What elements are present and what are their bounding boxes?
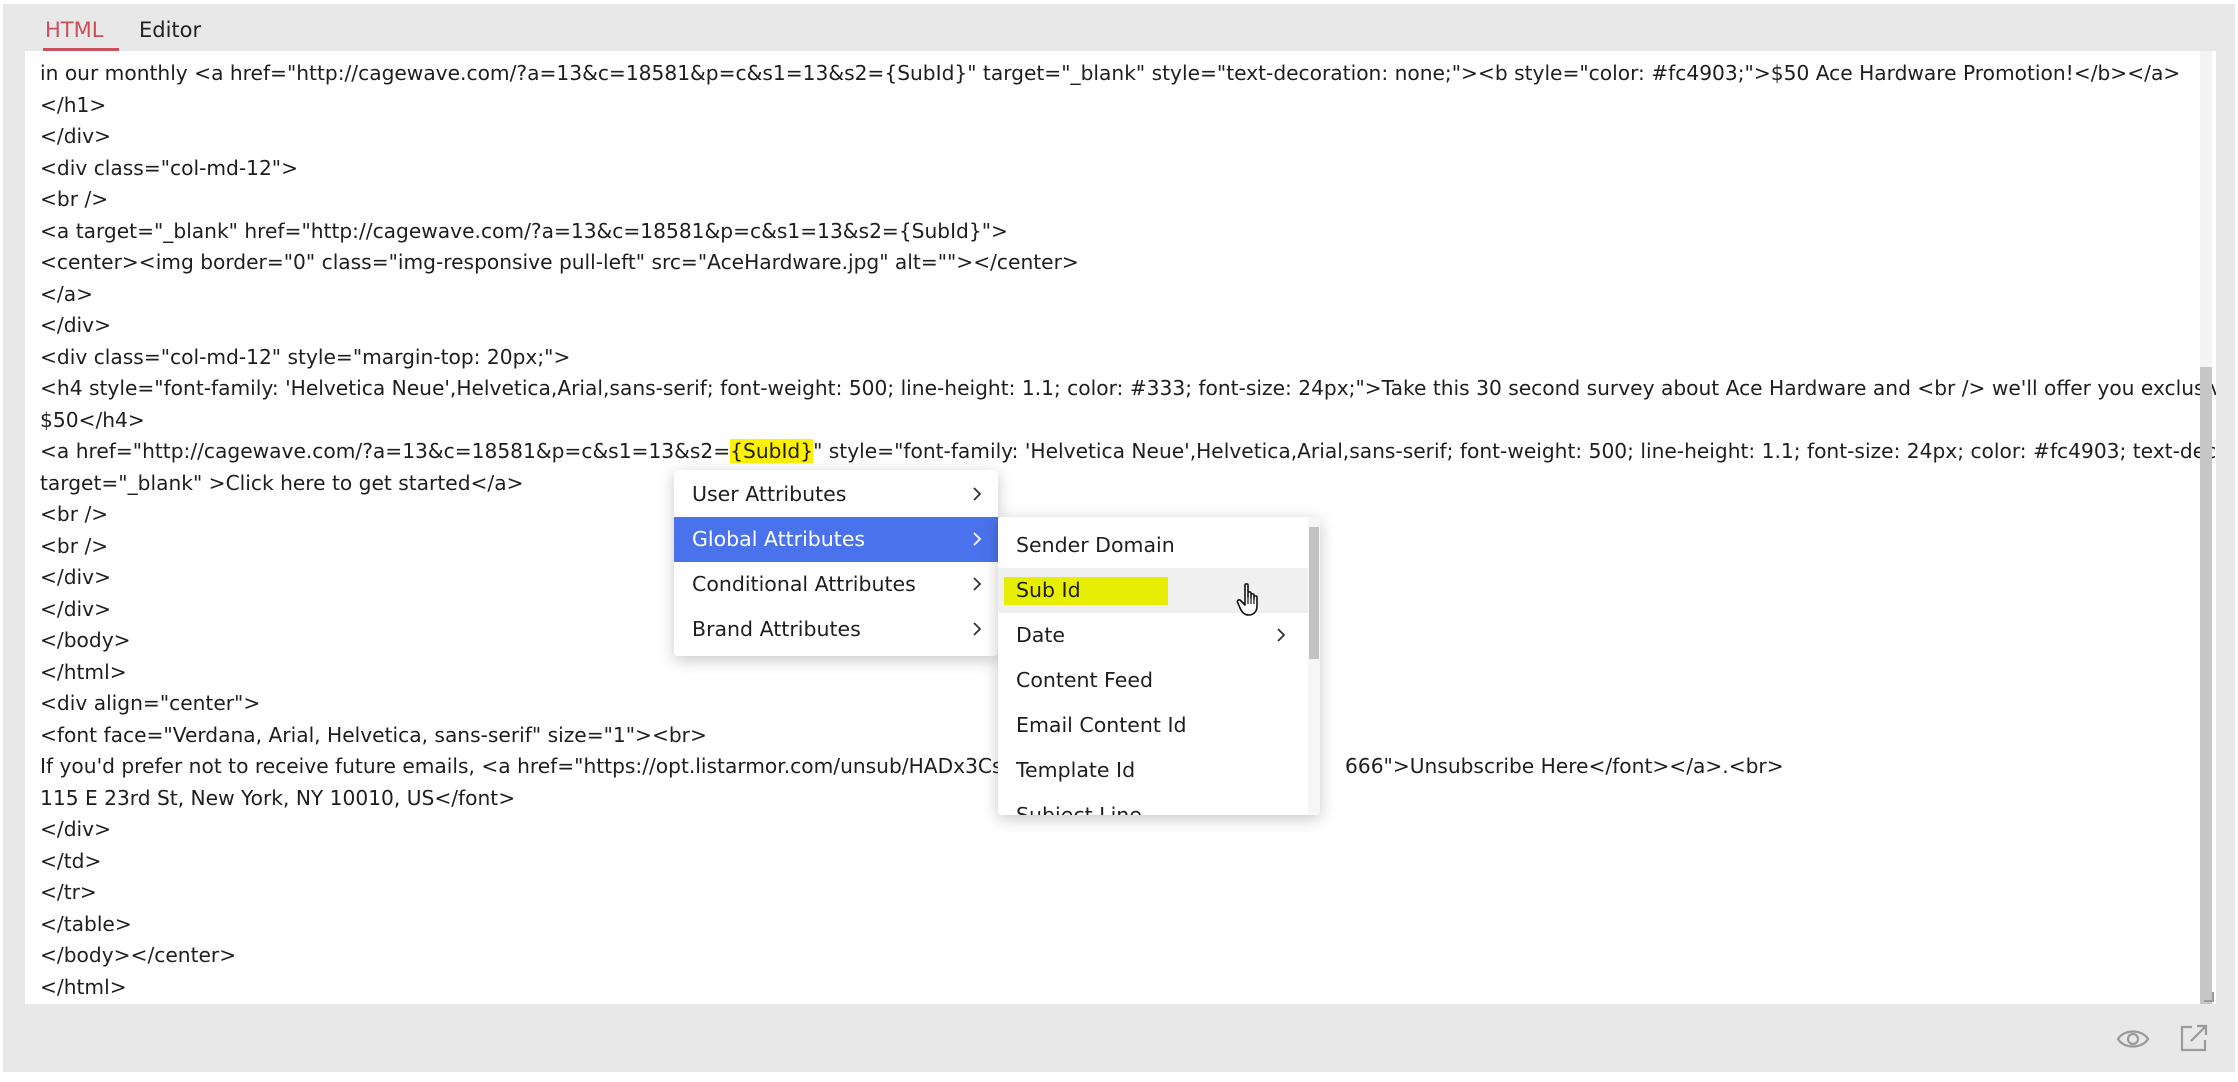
resize-grip-icon[interactable] bbox=[2204, 992, 2214, 1002]
code-line: in our monthly <a href="http://cagewave.… bbox=[40, 61, 2181, 85]
tab-html[interactable]: HTML bbox=[45, 18, 103, 42]
code-line: </div> bbox=[40, 124, 112, 148]
submenu-item-label: Date bbox=[1016, 623, 1065, 647]
submenu-item-template-id[interactable]: Template Id bbox=[998, 748, 1308, 793]
code-line: </body></center> bbox=[40, 943, 237, 967]
code-line: </div> bbox=[40, 313, 112, 337]
menu-item-conditional-attributes[interactable]: Conditional Attributes bbox=[674, 562, 998, 607]
code-line: <div class="col-md-12" style="margin-top… bbox=[40, 344, 571, 369]
menu-item-label: User Attributes bbox=[692, 482, 847, 506]
submenu-item-content-feed[interactable]: Content Feed bbox=[998, 658, 1308, 703]
code-line: <h4 style="font-family: 'Helvetica Neue'… bbox=[40, 376, 2216, 400]
submenu-scrollbar-thumb[interactable] bbox=[1309, 527, 1319, 659]
code-line: <br /> bbox=[40, 187, 109, 211]
chevron-right-icon bbox=[1277, 628, 1286, 642]
code-line: target="_blank" >Click here to get start… bbox=[40, 470, 524, 495]
submenu-item-sender-domain[interactable]: Sender Domain bbox=[998, 523, 1308, 568]
submenu-item-label: Sub Id bbox=[1016, 578, 1081, 602]
chevron-right-icon bbox=[973, 487, 982, 501]
code-line: </tr> bbox=[40, 880, 97, 904]
menu-item-label: Global Attributes bbox=[692, 527, 866, 551]
submenu-item-label: Subject Line bbox=[1016, 803, 1142, 815]
code-text: If you'd prefer not to receive future em… bbox=[40, 754, 1081, 778]
subid-highlight: {SubId} bbox=[730, 439, 814, 463]
code-line: </table> bbox=[40, 911, 132, 936]
editor-scrollbar-thumb[interactable] bbox=[2200, 367, 2212, 1004]
submenu-list: Sender Domain Sub Id Date Content Feed E… bbox=[998, 523, 1308, 815]
menu-item-user-attributes[interactable]: User Attributes bbox=[674, 472, 998, 517]
submenu-item-date[interactable]: Date bbox=[998, 613, 1308, 658]
chevron-right-icon bbox=[973, 532, 982, 546]
submenu-item-label: Email Content Id bbox=[1016, 713, 1187, 737]
open-external-icon[interactable] bbox=[2178, 1022, 2210, 1054]
code-text: " style="font-family: 'Helvetica Neue',H… bbox=[813, 439, 2216, 463]
code-line: <a target="_blank" href="http://cagewave… bbox=[40, 218, 1008, 243]
global-attributes-submenu: Sender Domain Sub Id Date Content Feed E… bbox=[998, 517, 1320, 815]
code-line-link: <a href="http://cagewave.com/?a=13&c=185… bbox=[40, 436, 2216, 468]
code-line: </td> bbox=[40, 848, 102, 873]
code-line: <center><img border="0" class="img-respo… bbox=[40, 250, 1079, 274]
submenu-item-email-content-id[interactable]: Email Content Id bbox=[998, 703, 1308, 748]
code-line: </h1> bbox=[40, 92, 107, 117]
submenu-item-sub-id[interactable]: Sub Id bbox=[998, 568, 1308, 613]
menu-item-label: Conditional Attributes bbox=[692, 572, 916, 596]
context-menu: User Attributes Global Attributes Condit… bbox=[674, 470, 998, 656]
submenu-item-label: Template Id bbox=[1016, 758, 1136, 782]
menu-item-brand-attributes[interactable]: Brand Attributes bbox=[674, 607, 998, 652]
menu-item-label: Brand Attributes bbox=[692, 617, 861, 641]
code-line: $50</h4> bbox=[40, 407, 145, 432]
code-line: </div> bbox=[40, 817, 112, 841]
submenu-item-label: Content Feed bbox=[1016, 668, 1153, 692]
code-line: </html> bbox=[40, 974, 127, 999]
chevron-right-icon bbox=[973, 622, 982, 636]
code-line: <div class="col-md-12"> bbox=[40, 155, 299, 180]
code-text: <a href="http://cagewave.com/?a=13&c=185… bbox=[40, 439, 731, 463]
submenu-item-label: Sender Domain bbox=[1016, 533, 1175, 557]
tab-editor[interactable]: Editor bbox=[139, 18, 201, 42]
menu-item-global-attributes[interactable]: Global Attributes bbox=[674, 517, 998, 562]
code-line: </a> bbox=[40, 281, 94, 306]
eye-icon[interactable] bbox=[2116, 1024, 2150, 1054]
tab-bar: HTML Editor bbox=[3, 4, 2235, 56]
chevron-right-icon bbox=[973, 577, 982, 591]
submenu-item-subject-line[interactable]: Subject Line bbox=[998, 793, 1308, 815]
code-text-tail: 666">Unsubscribe Here</font></a>.<br> bbox=[1345, 754, 1784, 778]
